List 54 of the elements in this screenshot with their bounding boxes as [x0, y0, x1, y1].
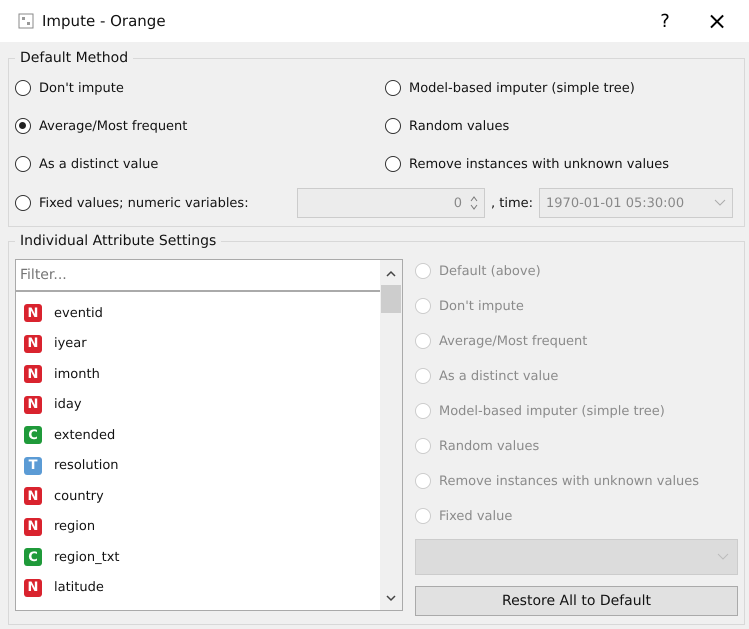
- type-badge: C: [24, 548, 42, 566]
- close-button[interactable]: ×: [695, 5, 739, 37]
- radio-label: Random values: [439, 438, 540, 454]
- attribute-item[interactable]: N country: [24, 481, 380, 512]
- radio-label: Average/Most frequent: [439, 334, 588, 348]
- radio-label: Model-based imputer (simple tree): [439, 404, 665, 418]
- radio-label: Random values: [409, 118, 510, 134]
- type-badge: N: [24, 578, 42, 597]
- radio-button[interactable]: [385, 156, 401, 172]
- time-label: , time:: [491, 196, 534, 210]
- type-badge: N: [24, 334, 42, 353]
- scroll-down-icon[interactable]: [386, 595, 396, 602]
- type-badge: N: [24, 518, 42, 536]
- attribute-item[interactable]: C extended: [24, 420, 380, 450]
- attribute-item[interactable]: N latitude: [24, 572, 380, 603]
- type-badge: N: [24, 365, 42, 384]
- type-badge: N: [24, 304, 42, 322]
- scroll-up-icon[interactable]: [386, 270, 396, 277]
- radio-label: As a distinct value: [439, 368, 558, 384]
- radio-label: Don't impute: [39, 80, 124, 96]
- radio-button[interactable]: [385, 80, 401, 96]
- radio-label: Fixed values; numeric variables:: [39, 196, 249, 210]
- restore-button[interactable]: Restore All to Default: [415, 586, 738, 616]
- radio-label: Model-based imputer (simple tree): [409, 80, 635, 96]
- radio-button[interactable]: [15, 156, 31, 172]
- app-icon: [18, 13, 34, 29]
- type-badge: C: [24, 426, 42, 444]
- attribute-item[interactable]: N iyear: [24, 328, 380, 359]
- radio-button[interactable]: [15, 118, 31, 134]
- chevron-down-icon: [714, 199, 726, 207]
- radio-label: As a distinct value: [39, 156, 158, 172]
- window-title: Impute - Orange: [42, 12, 166, 30]
- type-badge: T: [24, 456, 42, 475]
- group-title: Default Method: [19, 50, 130, 66]
- radio-label: Remove instances with unknown values: [439, 474, 700, 488]
- attribute-item[interactable]: T resolution: [24, 450, 380, 481]
- scrollbar-thumb[interactable]: [381, 285, 401, 313]
- radio-label: Fixed value: [439, 508, 512, 524]
- group-title: Individual Attribute Settings: [19, 233, 218, 249]
- chevron-down-icon: [717, 553, 729, 561]
- type-badge: N: [24, 396, 42, 414]
- attribute-item[interactable]: N imonth: [24, 359, 380, 390]
- attribute-item[interactable]: N eventid: [24, 298, 380, 328]
- radio-button[interactable]: [15, 80, 31, 96]
- type-badge: N: [24, 487, 42, 506]
- attribute-item[interactable]: N region: [24, 512, 380, 542]
- radio-label: Default (above): [439, 264, 541, 278]
- attribute-item[interactable]: C region_txt: [24, 542, 380, 572]
- help-button[interactable]: ?: [643, 5, 687, 37]
- radio-label: Average/Most frequent: [39, 118, 188, 134]
- radio-label: Don't impute: [439, 298, 524, 314]
- radio-label: Remove instances with unknown values: [409, 156, 670, 172]
- attribute-item[interactable]: N iday: [24, 390, 380, 420]
- radio-button[interactable]: [385, 118, 401, 134]
